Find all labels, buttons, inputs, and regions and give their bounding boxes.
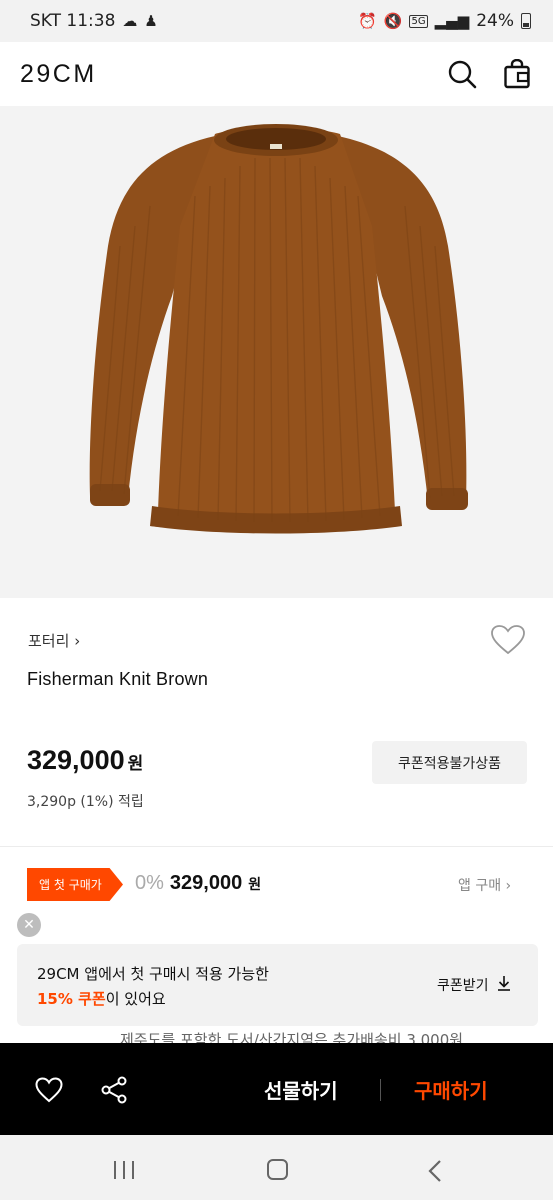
signal-icon: ▂▄▆ — [434, 12, 470, 30]
back-icon[interactable] — [428, 1160, 442, 1186]
app-price: 0% 329,000 원 — [135, 872, 261, 895]
price-currency: 원 — [127, 754, 144, 774]
cloud-icon: ☁ — [122, 12, 138, 30]
app-header: 29CM — [0, 42, 553, 106]
share-icon[interactable] — [100, 1076, 128, 1108]
price-value: 329,000 — [27, 745, 125, 775]
shipping-note: 제주도를 포함한 도서/산간지역은 추가배송비 3,000원 — [120, 1031, 464, 1043]
product-name: Fisherman Knit Brown — [27, 669, 209, 689]
gift-button[interactable]: 선물하기 — [264, 1075, 338, 1104]
mute-icon: 🔇 — [383, 12, 403, 30]
battery-text: 24% — [476, 11, 514, 31]
coupon-unavailable-badge: 쿠폰적용불가상품 — [372, 741, 527, 784]
banner-highlight: 15% 쿠폰 — [37, 990, 106, 1008]
brand-link[interactable]: 포터리 › — [28, 630, 80, 651]
points-text: 3,290p (1%) 적립 — [27, 794, 144, 810]
bottom-action-bar: 선물하기 구매하기 — [0, 1043, 553, 1135]
app-purchase-link[interactable]: 앱 구매 › — [458, 875, 511, 895]
search-icon[interactable] — [447, 59, 477, 89]
app-price-value: 329,000 — [169, 872, 243, 894]
home-icon[interactable] — [267, 1159, 288, 1180]
close-icon[interactable]: ✕ — [17, 913, 41, 937]
status-bar: SKT 11:38 ☁ ♟ ⏰ 🔇 5G ▂▄▆ 24% — [0, 0, 553, 42]
app-first-purchase-tag: 앱 첫 구매가 — [27, 868, 123, 901]
system-nav-bar — [0, 1135, 553, 1200]
divider — [0, 846, 553, 847]
price: 329,000 원 — [27, 745, 143, 776]
banner-line-2-rest: 이 있어요 — [105, 990, 166, 1008]
buy-button[interactable]: 구매하기 — [414, 1075, 488, 1104]
coupon-download-button[interactable]: 쿠폰받기 — [437, 975, 511, 995]
coupon-download-label: 쿠폰받기 — [437, 978, 489, 994]
network-icon: 5G — [409, 14, 428, 28]
recents-icon[interactable] — [113, 1160, 135, 1184]
logo[interactable]: 29CM — [20, 60, 97, 89]
brand-name: 포터리 — [28, 632, 70, 650]
app-discount-rate: 0% — [135, 872, 164, 894]
banner-line-1: 29CM 앱에서 첫 구매시 적용 가능한 — [37, 965, 269, 983]
app-price-currency: 원 — [248, 877, 262, 893]
alarm-icon: ⏰ — [358, 12, 377, 30]
brand-chevron-icon: › — [74, 632, 81, 650]
download-icon — [497, 975, 511, 995]
shopping-bag-icon[interactable] — [503, 59, 531, 89]
wishlist-heart-icon[interactable] — [490, 624, 526, 660]
battery-icon — [521, 13, 531, 29]
carrier-time: SKT 11:38 — [30, 11, 116, 31]
notification-icon: ♟ — [144, 12, 158, 30]
product-image[interactable] — [0, 106, 553, 598]
coupon-banner: 29CM 앱에서 첫 구매시 적용 가능한 15% 쿠폰이 있어요 쿠폰받기 — [17, 944, 538, 1026]
heart-icon[interactable] — [35, 1077, 63, 1107]
action-divider — [380, 1079, 381, 1101]
banner-line-2: 15% 쿠폰이 있어요 — [37, 988, 166, 1009]
